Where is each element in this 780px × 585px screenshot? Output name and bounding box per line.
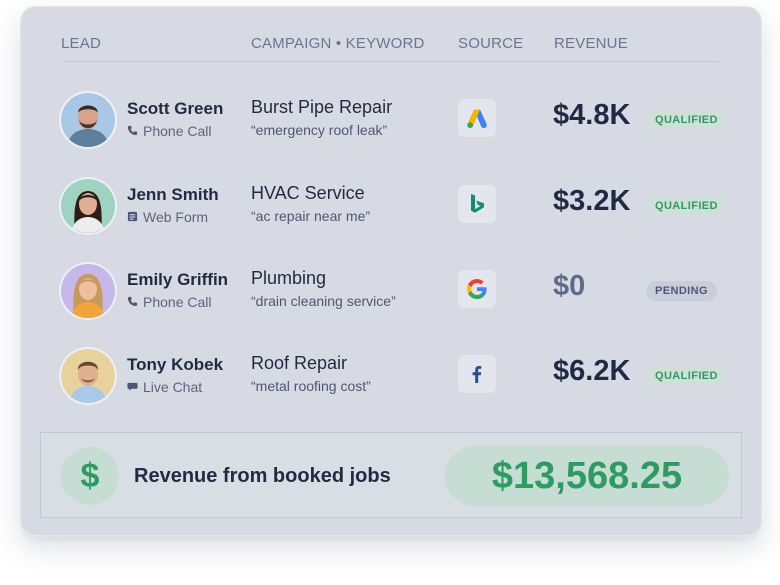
avatar bbox=[61, 349, 115, 403]
campaign-name: Roof Repair bbox=[251, 353, 348, 373]
avatar bbox=[61, 179, 115, 233]
revenue-value: $4.8K bbox=[553, 99, 631, 131]
header-revenue: REVENUE bbox=[554, 35, 628, 52]
lead-row[interactable]: Scott Green Phone Call Burst Pipe Repair… bbox=[21, 93, 761, 165]
lead-channel-label: Phone Call bbox=[143, 123, 212, 139]
keyword: “emergency roof leak” bbox=[251, 122, 388, 138]
lead-row[interactable]: Tony Kobek Live Chat Roof Repair “metal … bbox=[21, 349, 761, 421]
revenue-summary-label: Revenue from booked jobs bbox=[134, 465, 391, 487]
revenue-value: $0 bbox=[553, 270, 586, 302]
header-lead: LEAD bbox=[61, 35, 101, 52]
lead-channel-label: Phone Call bbox=[143, 294, 212, 310]
leads-revenue-card: LEAD CAMPAIGN • KEYWORD SOURCE REVENUE S… bbox=[20, 6, 762, 536]
lead-name: Jenn Smith bbox=[127, 185, 219, 204]
lead-channel: Web Form bbox=[127, 209, 208, 225]
lead-name: Tony Kobek bbox=[127, 355, 224, 374]
campaign-name: Plumbing bbox=[251, 268, 327, 288]
lead-name: Emily Griffin bbox=[127, 270, 229, 289]
chat-icon bbox=[127, 379, 138, 395]
google-icon bbox=[458, 270, 496, 308]
bing-icon bbox=[458, 185, 496, 223]
web-form-icon bbox=[127, 209, 138, 225]
lead-row[interactable]: Jenn Smith Web Form HVAC Service “ac rep… bbox=[21, 179, 761, 251]
avatar bbox=[61, 264, 115, 318]
status-badge: QUALIFIED bbox=[646, 196, 727, 216]
campaign-name: HVAC Service bbox=[251, 183, 365, 203]
google-ads-icon bbox=[458, 99, 496, 137]
lead-channel-label: Live Chat bbox=[143, 379, 203, 395]
lead-channel: Phone Call bbox=[127, 294, 212, 310]
revenue-summary: $ Revenue from booked jobs $13,568.25 bbox=[40, 432, 742, 518]
revenue-value: $3.2K bbox=[553, 185, 631, 217]
lead-channel: Phone Call bbox=[127, 123, 212, 139]
revenue-total-amount: $13,568.25 bbox=[491, 454, 683, 497]
keyword: “ac repair near me” bbox=[251, 208, 371, 224]
phone-icon bbox=[127, 123, 138, 139]
lead-row[interactable]: Emily Griffin Phone Call Plumbing “drain… bbox=[21, 264, 761, 336]
phone-icon bbox=[127, 294, 138, 310]
campaign-name: Burst Pipe Repair bbox=[251, 97, 393, 117]
lead-name: Scott Green bbox=[127, 99, 224, 118]
status-badge: QUALIFIED bbox=[646, 366, 727, 386]
status-badge: QUALIFIED bbox=[646, 110, 727, 130]
header-campaign-keyword: CAMPAIGN • KEYWORD bbox=[251, 35, 425, 52]
lead-channel: Live Chat bbox=[127, 379, 202, 395]
revenue-value: $6.2K bbox=[553, 355, 631, 387]
facebook-icon bbox=[458, 355, 496, 393]
keyword: “drain cleaning service” bbox=[251, 293, 396, 309]
header-divider bbox=[61, 61, 719, 62]
keyword: “metal roofing cost” bbox=[251, 378, 371, 394]
header-source: SOURCE bbox=[458, 35, 524, 52]
revenue-total-pill: $13,568.25 bbox=[445, 446, 729, 506]
avatar bbox=[61, 93, 115, 147]
status-badge: PENDING bbox=[646, 281, 717, 301]
lead-channel-label: Web Form bbox=[143, 209, 209, 225]
dollar-icon: $ bbox=[61, 447, 119, 505]
